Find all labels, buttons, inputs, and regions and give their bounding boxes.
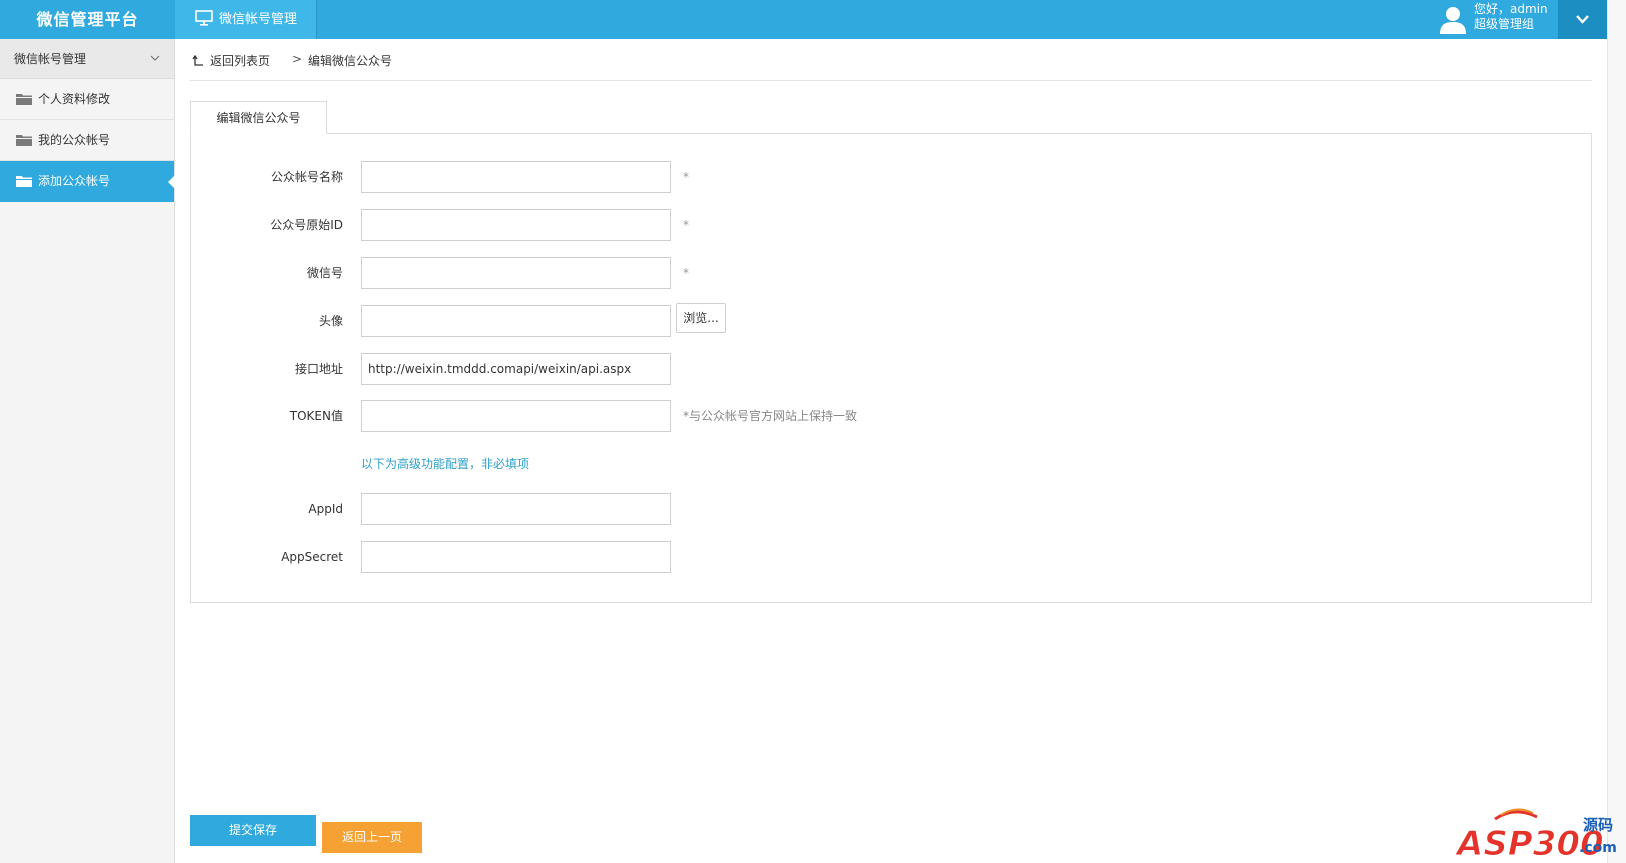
app-secret-input[interactable] <box>361 541 671 573</box>
sidebar-item-label: 个人资料修改 <box>38 92 111 106</box>
folder-icon <box>16 94 32 105</box>
watermark-suffix-top: 源码 <box>1583 816 1613 834</box>
sidebar: 微信帐号管理 个人资料修改 我的公众帐号 添加公众帐号 <box>0 39 175 863</box>
user-role: 超级管理组 <box>1474 17 1535 31</box>
watermark-suffix-bottom: .com <box>1579 840 1617 856</box>
field-label: AppId <box>308 502 343 516</box>
sidebar-item-label: 添加公众帐号 <box>38 174 111 188</box>
app-id-input[interactable] <box>361 493 671 525</box>
wechat-id-input[interactable] <box>361 257 671 289</box>
required-mark: * <box>683 218 689 232</box>
field-label: 公众号原始ID <box>270 218 343 232</box>
submit-save-button[interactable]: 提交保存 <box>190 815 316 846</box>
sidebar-item-profile[interactable]: 个人资料修改 <box>0 79 174 120</box>
user-info[interactable]: 您好，admin 超级管理组 <box>1438 0 1558 39</box>
field-label: TOKEN值 <box>289 409 343 423</box>
back-previous-button[interactable]: 返回上一页 <box>322 822 422 853</box>
user-avatar-icon <box>1440 7 1466 34</box>
form-row-origin-id: 公众号原始ID * <box>191 209 1591 241</box>
advanced-config-note: 以下为高级功能配置，非必填项 <box>361 457 530 471</box>
scrollbar-track[interactable] <box>1607 0 1626 863</box>
back-to-list-link[interactable]: 返回列表页 <box>192 52 270 69</box>
sidebar-item-add-account[interactable]: 添加公众帐号 <box>0 161 175 202</box>
field-label: AppSecret <box>281 550 343 564</box>
field-label: 微信号 <box>306 266 343 280</box>
token-input[interactable] <box>361 400 671 432</box>
field-label: 公众帐号名称 <box>270 170 343 184</box>
sidebar-section-header[interactable]: 微信帐号管理 <box>0 39 174 79</box>
folder-icon <box>16 135 32 146</box>
form-row-app-id: AppId <box>191 493 1591 525</box>
user-greeting: 您好，admin <box>1474 2 1548 16</box>
account-name-input[interactable] <box>361 161 671 193</box>
origin-id-input[interactable] <box>361 209 671 241</box>
tab-edit-account[interactable]: 编辑微信公众号 <box>190 101 327 134</box>
folder-open-icon <box>16 176 32 187</box>
breadcrumb: 返回列表页 > 编辑微信公众号 <box>190 39 1592 81</box>
form-row-token: TOKEN值 *与公众帐号官方网站上保持一致 <box>191 400 1591 432</box>
form-row-avatar: 头像 浏览... <box>191 303 1591 337</box>
module-tab-label: 微信帐号管理 <box>219 12 298 27</box>
module-tab-wechat-accounts[interactable]: 微信帐号管理 <box>175 0 317 39</box>
field-label: 接口地址 <box>294 362 343 376</box>
api-url-input[interactable] <box>361 353 671 385</box>
required-mark: * <box>683 266 689 280</box>
chevron-down-icon <box>1576 15 1589 24</box>
top-header: 微信管理平台 微信帐号管理 您好，admin 超级管理组 <box>0 0 1607 39</box>
sidebar-item-label: 我的公众帐号 <box>38 133 111 147</box>
form-panel: 公众帐号名称 * 公众号原始ID * 微信号 * 头像 浏览... 接口地址 T… <box>190 133 1592 603</box>
user-menu-toggle[interactable] <box>1558 0 1607 39</box>
monitor-icon <box>195 10 213 26</box>
avatar-file-input[interactable] <box>361 305 671 337</box>
breadcrumb-current: 编辑微信公众号 <box>308 54 393 68</box>
sidebar-section-title: 微信帐号管理 <box>14 52 87 66</box>
asp300-watermark-logo: ASP300 源码 .com <box>1455 808 1617 861</box>
token-hint: *与公众帐号官方网站上保持一致 <box>683 409 858 423</box>
back-to-list-label: 返回列表页 <box>210 54 271 68</box>
breadcrumb-separator: > <box>292 52 303 66</box>
form-row-wechat-id: 微信号 * <box>191 257 1591 289</box>
form-row-name: 公众帐号名称 * <box>191 161 1591 193</box>
return-arrow-icon <box>192 54 203 66</box>
form-row-app-secret: AppSecret <box>191 541 1591 573</box>
required-mark: * <box>683 170 689 184</box>
browse-button[interactable]: 浏览... <box>676 303 726 333</box>
app-title: 微信管理平台 <box>36 10 139 29</box>
chevron-down-icon <box>150 55 160 61</box>
field-label: 头像 <box>318 314 343 328</box>
sidebar-item-my-accounts[interactable]: 我的公众帐号 <box>0 120 174 161</box>
form-row-api-url: 接口地址 <box>191 353 1591 385</box>
